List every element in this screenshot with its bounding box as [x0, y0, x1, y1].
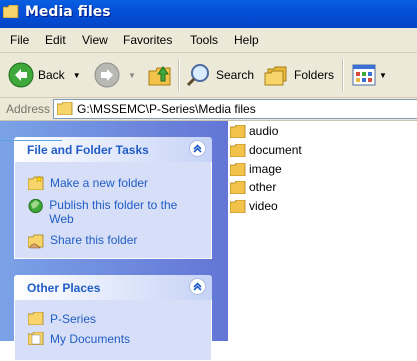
link-label: Publish this folder to the Web: [49, 198, 178, 226]
panel-body: Make a new folder Publish this folder to…: [14, 162, 212, 259]
folders-icon: [264, 66, 287, 86]
folder-label: video: [249, 199, 278, 213]
link-label: Make a new folder: [50, 176, 149, 190]
views-dropdown-icon[interactable]: ▼: [379, 71, 387, 80]
back-label: Back: [38, 68, 65, 82]
forward-button[interactable]: ▼: [94, 61, 136, 89]
folder-label: other: [249, 180, 277, 194]
new-folder-icon: [28, 176, 44, 190]
folder-icon: [28, 312, 44, 325]
menu-edit[interactable]: Edit: [45, 33, 66, 47]
globe-icon: [28, 198, 43, 214]
my-documents-link[interactable]: My Documents: [28, 332, 130, 346]
address-bar: Address G:\MSSEMC\P-Series\Media files: [0, 98, 417, 121]
collapse-chevron-icon[interactable]: [189, 140, 206, 157]
address-input[interactable]: G:\MSSEMC\P-Series\Media files: [53, 99, 417, 119]
toolbar-separator: [342, 59, 344, 91]
link-label: P-Series: [50, 312, 97, 326]
back-button[interactable]: Back ▼: [8, 61, 81, 89]
toolbar-separator: [178, 59, 180, 91]
task-pane: File and Folder Tasks Make a new folder …: [0, 121, 228, 361]
forward-arrow-icon: [94, 62, 120, 88]
folder-icon: [3, 5, 19, 18]
search-button[interactable]: Search: [186, 61, 254, 89]
link-label: Share this folder: [50, 233, 138, 247]
menu-help[interactable]: Help: [234, 33, 259, 47]
share-folder-link[interactable]: Share this folder: [28, 233, 137, 249]
folder-icon: [57, 102, 73, 115]
folder-item-image[interactable]: image: [230, 161, 282, 177]
up-folder-icon: [148, 66, 171, 86]
folders-button[interactable]: Folders: [264, 61, 334, 89]
folder-label: image: [249, 162, 282, 176]
address-path: G:\MSSEMC\P-Series\Media files: [77, 102, 256, 116]
folder-item-audio[interactable]: audio: [230, 123, 278, 139]
title-bar[interactable]: Media files: [0, 0, 417, 28]
folder-icon: [230, 124, 246, 138]
file-folder-tasks-panel: File and Folder Tasks Make a new folder …: [14, 137, 212, 259]
toolbar: Back ▼ ▼ Search Folders ▼: [0, 53, 417, 98]
up-folder-button[interactable]: [148, 61, 172, 89]
panel-body: P-Series My Documents: [14, 300, 212, 361]
collapse-chevron-icon[interactable]: [189, 278, 206, 295]
menu-file[interactable]: File: [10, 33, 29, 47]
menu-favorites[interactable]: Favorites: [123, 33, 172, 47]
folder-item-other[interactable]: other: [230, 179, 276, 195]
my-documents-icon: [28, 332, 44, 345]
focus-line: [0, 140, 62, 141]
folder-item-video[interactable]: video: [230, 198, 278, 214]
share-folder-icon: [28, 234, 44, 249]
forward-dropdown-icon[interactable]: ▼: [128, 71, 136, 80]
menu-view[interactable]: View: [82, 33, 108, 47]
panel-title: Other Places: [27, 281, 101, 295]
folder-icon: [230, 162, 246, 176]
folder-icon: [230, 199, 246, 213]
folder-label: audio: [249, 124, 279, 138]
other-places-panel: Other Places P-Series My Documents: [14, 275, 212, 361]
folder-item-document[interactable]: document: [230, 142, 302, 158]
make-new-folder-link[interactable]: Make a new folder: [28, 176, 148, 190]
menu-tools[interactable]: Tools: [190, 33, 218, 47]
menu-bar: File Edit View Favorites Tools Help: [0, 28, 417, 53]
panel-header[interactable]: Other Places: [14, 275, 212, 300]
search-icon: [186, 64, 209, 87]
views-button[interactable]: ▼: [352, 61, 387, 89]
back-arrow-icon: [8, 62, 34, 88]
folder-icon: [230, 180, 246, 194]
panel-title: File and Folder Tasks: [27, 143, 149, 157]
window-title: Media files: [25, 4, 111, 20]
folder-icon: [230, 143, 246, 157]
publish-folder-link[interactable]: Publish this folder to the Web: [28, 198, 198, 226]
address-label: Address: [6, 102, 51, 116]
folder-label: document: [249, 143, 302, 157]
p-series-link[interactable]: P-Series: [28, 312, 96, 326]
link-label: My Documents: [50, 332, 131, 346]
folders-label: Folders: [294, 68, 335, 82]
back-dropdown-icon[interactable]: ▼: [73, 71, 81, 80]
views-icon: [352, 64, 376, 86]
search-label: Search: [216, 68, 255, 82]
